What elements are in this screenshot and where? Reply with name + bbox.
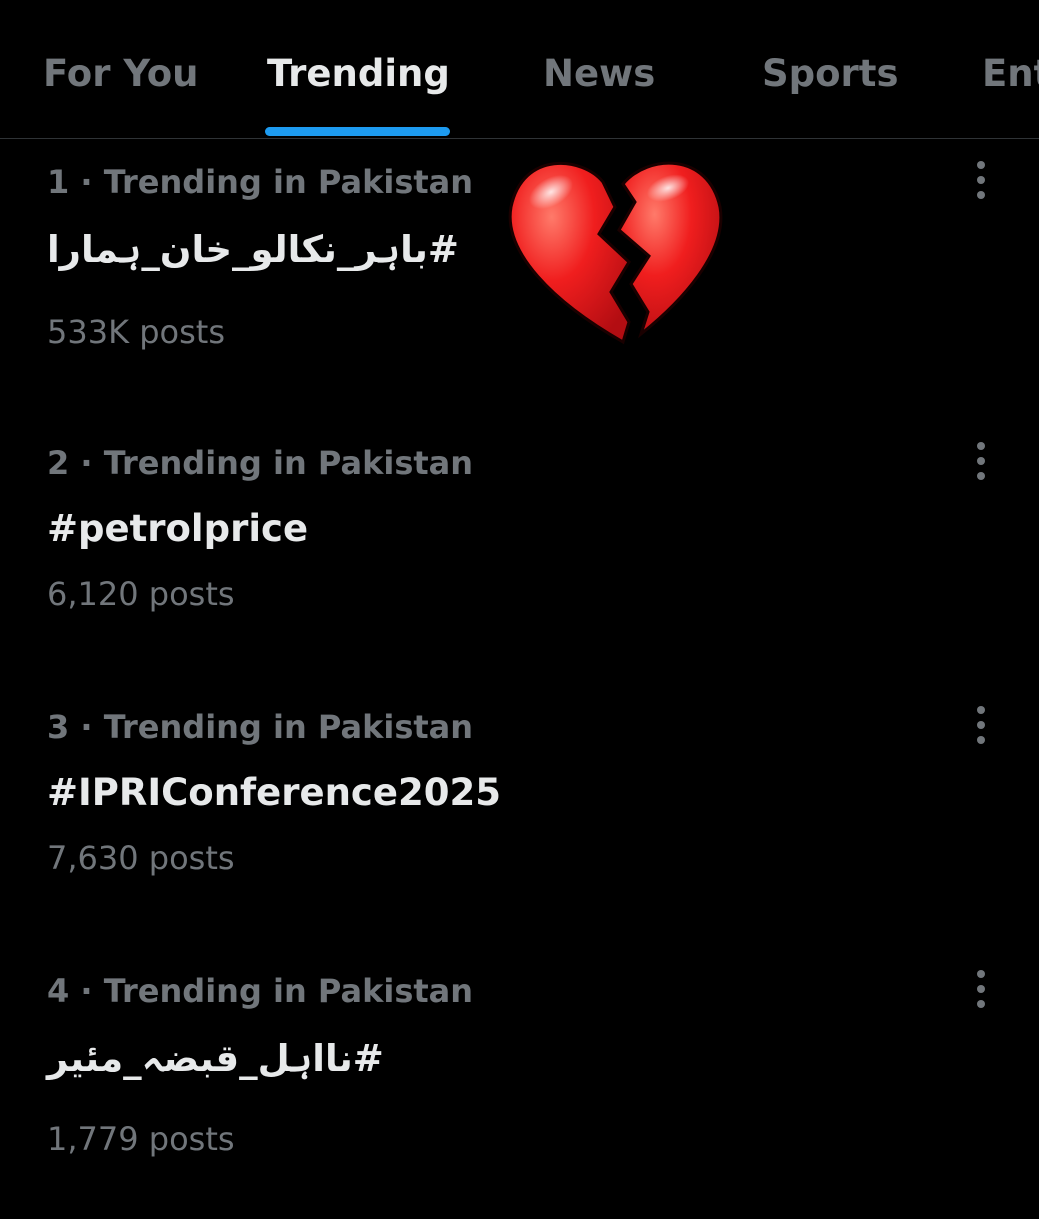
trend-title: #IPRIConference2025 (47, 771, 501, 814)
trend-title: #petrolprice (47, 507, 309, 550)
tab-trending[interactable]: Trending (267, 48, 450, 100)
tab-entertainment[interactable]: Ent (982, 48, 1039, 100)
trend-item[interactable]: 2 · Trending in Pakistan #petrolprice 6,… (0, 441, 1039, 691)
trend-meta: 2 · Trending in Pakistan (47, 444, 474, 482)
tab-news[interactable]: News (543, 48, 655, 100)
active-tab-indicator (265, 127, 450, 136)
trend-post-count: 7,630 posts (47, 839, 235, 877)
more-vertical-icon (977, 161, 985, 169)
trend-post-count: 1,779 posts (47, 1120, 235, 1158)
more-options-button[interactable] (958, 154, 1004, 206)
trend-meta: 4 · Trending in Pakistan (47, 972, 474, 1010)
trend-item[interactable]: 4 · Trending in Pakistan #نااہل_قبضہ_مئی… (0, 969, 1039, 1219)
broken-heart-icon (508, 161, 723, 345)
more-vertical-icon (977, 706, 985, 714)
tab-for-you[interactable]: For You (43, 48, 198, 100)
more-options-button[interactable] (958, 699, 1004, 751)
trend-item[interactable]: 3 · Trending in Pakistan #IPRIConference… (0, 705, 1039, 955)
more-options-button[interactable] (958, 435, 1004, 487)
trend-meta: 3 · Trending in Pakistan (47, 708, 474, 746)
trend-title: #نااہل_قبضہ_مئیر (47, 1037, 384, 1080)
trend-post-count: 6,120 posts (47, 575, 235, 613)
more-vertical-icon (977, 442, 985, 450)
trend-title: #باہر_نکالو_خان_ہمارا (47, 228, 459, 271)
more-options-button[interactable] (958, 963, 1004, 1015)
tab-bar: For You Trending News Sports Ent (0, 0, 1039, 139)
trend-post-count: 533K posts (47, 313, 226, 351)
trend-meta: 1 · Trending in Pakistan (47, 163, 474, 201)
more-vertical-icon (977, 970, 985, 978)
tab-sports[interactable]: Sports (762, 48, 899, 100)
